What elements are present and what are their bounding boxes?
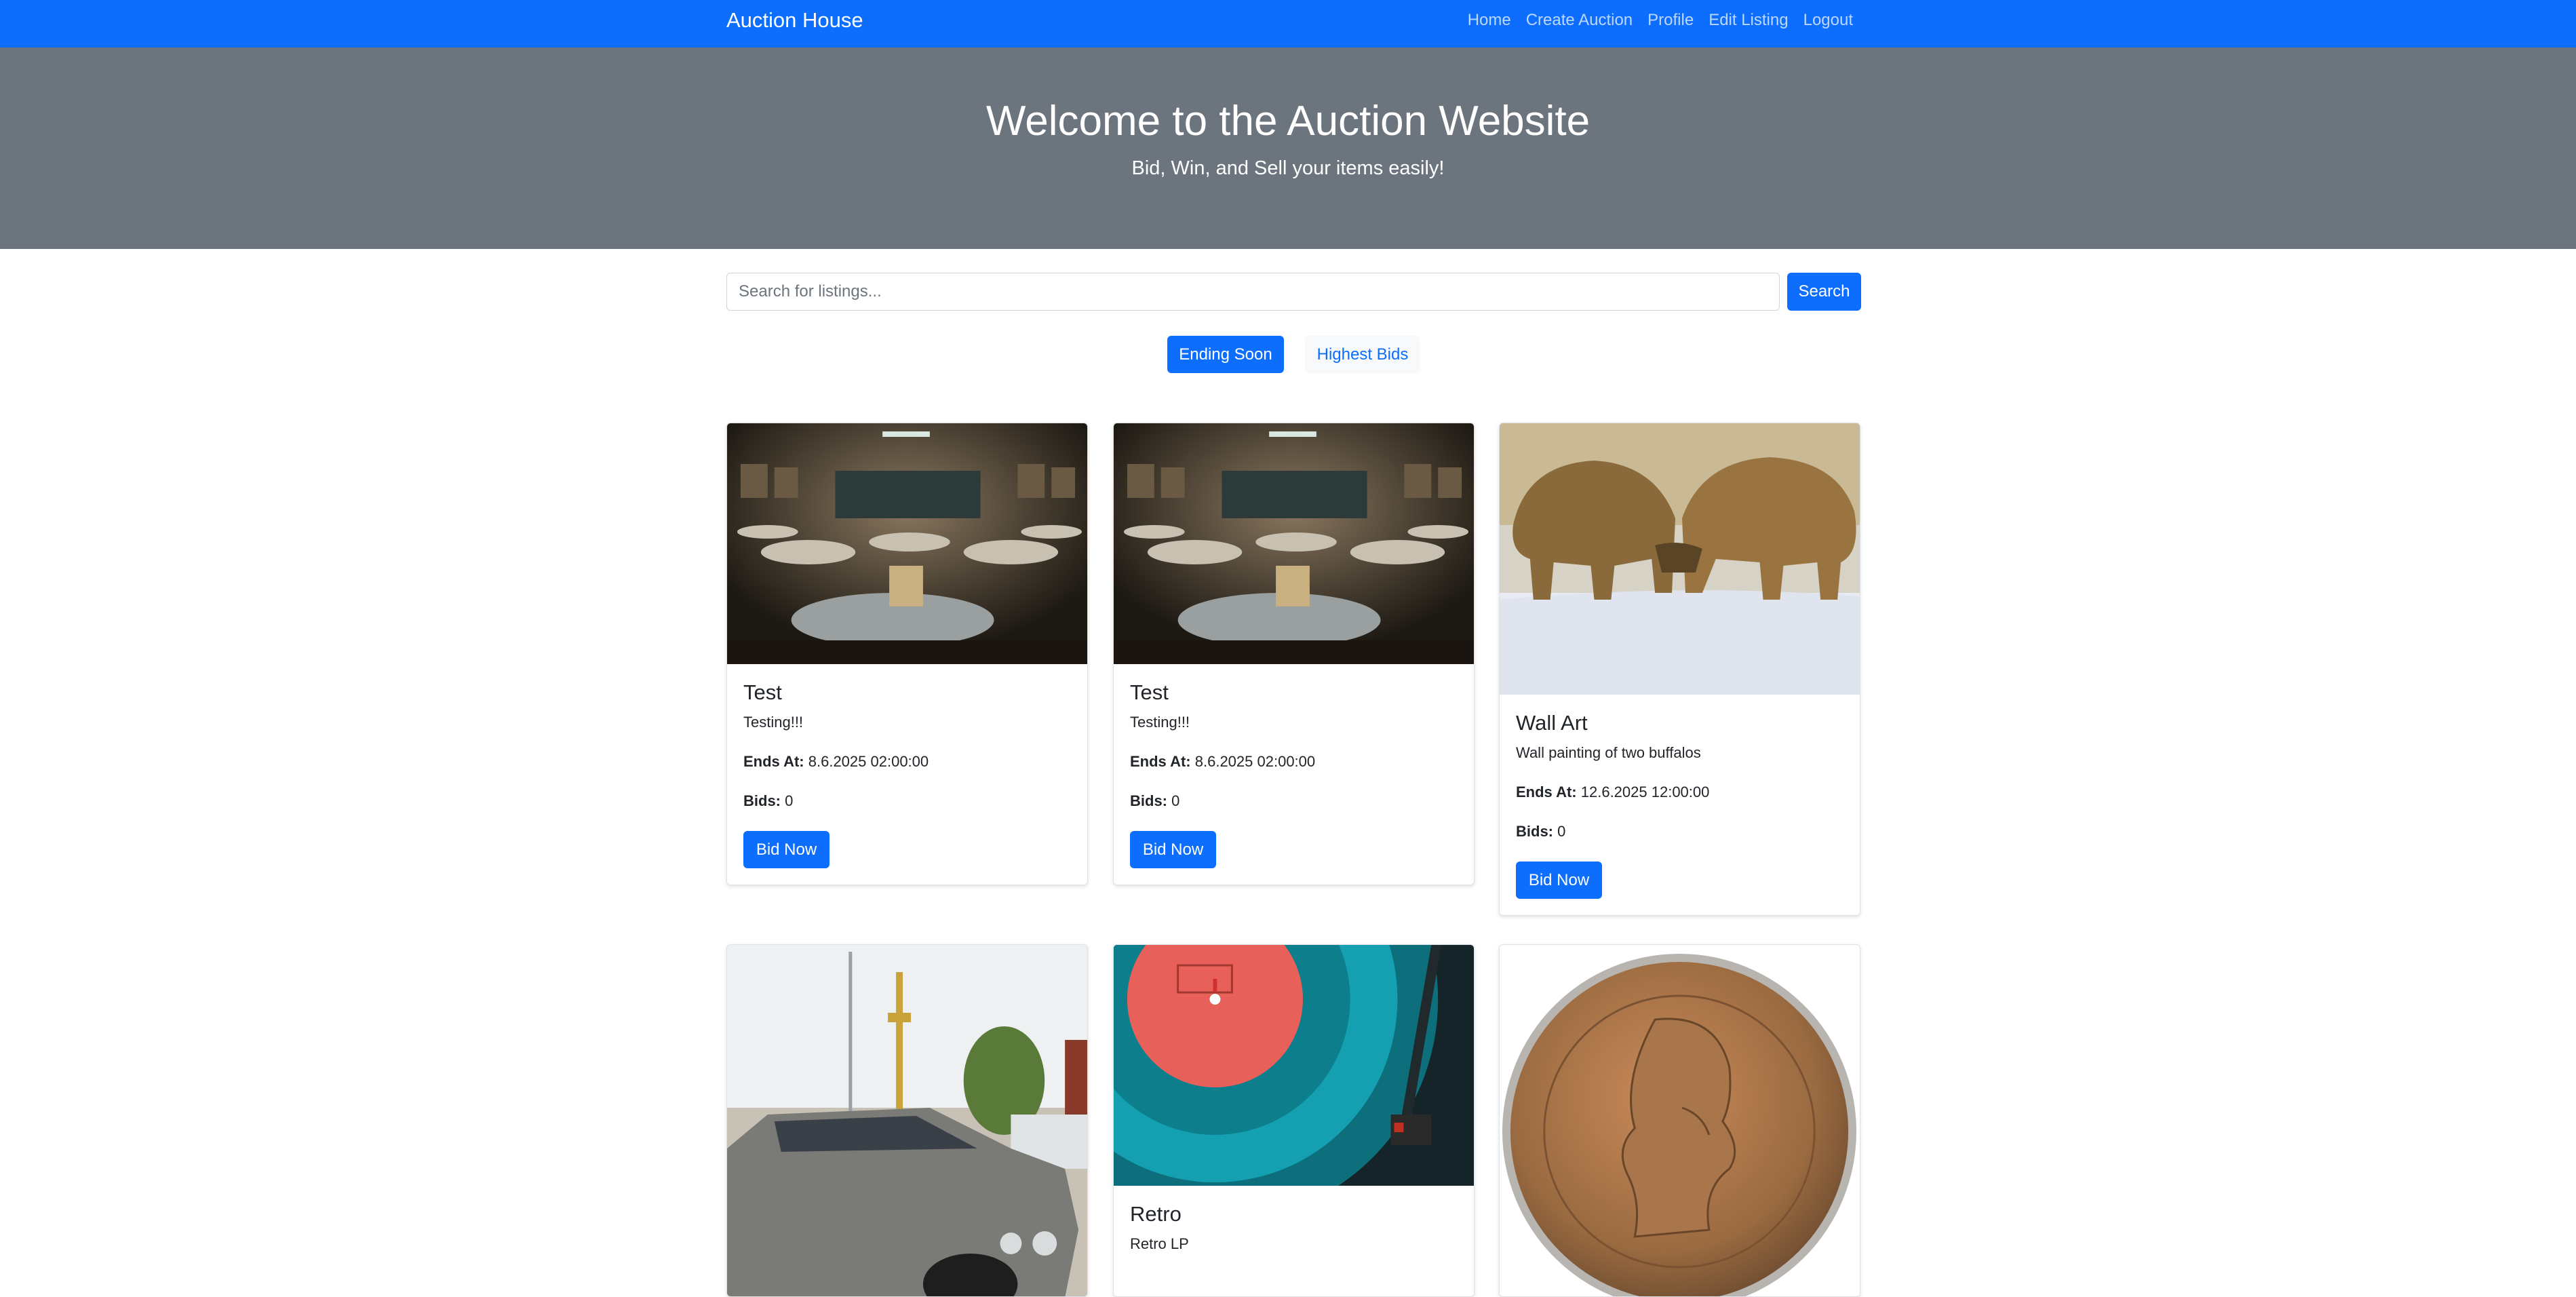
nav-profile[interactable]: Profile xyxy=(1647,11,1694,30)
ends-at-label: Ends At: xyxy=(1130,753,1191,770)
listing-title: Wall Art xyxy=(1516,711,1588,735)
listing-ends-at: Ends At: 8.6.2025 02:00:00 xyxy=(1130,752,1458,771)
ends-at-label: Ends At: xyxy=(1516,783,1577,800)
auction-hall-image xyxy=(727,423,1087,664)
listing-bids: Bids: 0 xyxy=(1130,792,1458,811)
card-body: Test Testing!!! Ends At: 8.6.2025 02:00:… xyxy=(727,664,1087,885)
listing-description: Testing!!! xyxy=(1130,714,1190,731)
listing-card: Test Testing!!! Ends At: 8.6.2025 02:00:… xyxy=(1113,423,1475,885)
listing-bids: Bids: 0 xyxy=(1516,822,1843,841)
vinyl-record-image xyxy=(1114,945,1474,1186)
auction-hall-image xyxy=(1114,423,1474,664)
hero-title: Welcome to the Auction Website xyxy=(985,98,1591,144)
navbar: Auction House Home Create Auction Profil… xyxy=(0,0,2576,47)
listing-card xyxy=(726,944,1088,1297)
buffalo-painting-image xyxy=(1500,423,1860,695)
sort-highest-bids-button[interactable]: Highest Bids xyxy=(1305,336,1420,373)
card-body: Test Testing!!! Ends At: 8.6.2025 02:00:… xyxy=(1114,664,1474,885)
bids-value: 0 xyxy=(1171,792,1180,809)
bid-now-button[interactable]: Bid Now xyxy=(1130,831,1216,868)
listing-title: Test xyxy=(743,680,782,704)
listing-bids: Bids: 0 xyxy=(743,792,1071,811)
ends-at-value: 8.6.2025 02:00:00 xyxy=(808,753,929,770)
listing-card: Test Testing!!! Ends At: 8.6.2025 02:00:… xyxy=(726,423,1088,885)
nav-links: Home Create Auction Profile Edit Listing… xyxy=(1468,0,1853,47)
bids-label: Bids: xyxy=(743,792,781,809)
listing-card: Wall Art Wall painting of two buffalos E… xyxy=(1499,423,1860,916)
listing-ends-at: Ends At: 12.6.2025 12:00:00 xyxy=(1516,783,1843,802)
bid-now-button[interactable]: Bid Now xyxy=(743,831,830,868)
ends-at-value: 8.6.2025 02:00:00 xyxy=(1194,753,1316,770)
brand-link[interactable]: Auction House xyxy=(726,0,863,47)
listing-card: Retro Retro LP xyxy=(1113,944,1475,1297)
card-body: Wall Art Wall painting of two buffalos E… xyxy=(1500,695,1860,915)
bid-now-button[interactable]: Bid Now xyxy=(1516,862,1602,899)
listing-description: Retro LP xyxy=(1130,1235,1189,1252)
hero-subtitle: Bid, Win, and Sell your items easily! xyxy=(1131,157,1445,179)
bids-value: 0 xyxy=(785,792,794,809)
listing-title: Test xyxy=(1130,680,1169,704)
ends-at-value: 12.6.2025 12:00:00 xyxy=(1580,783,1710,800)
listing-description: Wall painting of two buffalos xyxy=(1516,744,1701,761)
nav-home[interactable]: Home xyxy=(1468,11,1511,30)
bids-value: 0 xyxy=(1557,823,1566,840)
bids-label: Bids: xyxy=(1516,823,1553,840)
sort-ending-soon-button[interactable]: Ending Soon xyxy=(1167,336,1284,373)
search-button[interactable]: Search xyxy=(1787,273,1861,311)
coin-image xyxy=(1500,945,1860,1296)
nav-edit-listing[interactable]: Edit Listing xyxy=(1709,11,1788,30)
hero-banner: Welcome to the Auction Website Bid, Win,… xyxy=(0,47,2576,249)
search-input[interactable] xyxy=(726,273,1780,311)
nav-logout[interactable]: Logout xyxy=(1803,11,1853,30)
listing-ends-at: Ends At: 8.6.2025 02:00:00 xyxy=(743,752,1071,771)
listing-title: Retro xyxy=(1130,1202,1182,1226)
listing-card xyxy=(1499,944,1860,1297)
ends-at-label: Ends At: xyxy=(743,753,804,770)
bids-label: Bids: xyxy=(1130,792,1167,809)
card-body: Retro Retro LP xyxy=(1114,1186,1474,1270)
nav-create-auction[interactable]: Create Auction xyxy=(1526,11,1633,30)
listing-description: Testing!!! xyxy=(743,714,804,731)
car-image xyxy=(727,945,1087,1296)
